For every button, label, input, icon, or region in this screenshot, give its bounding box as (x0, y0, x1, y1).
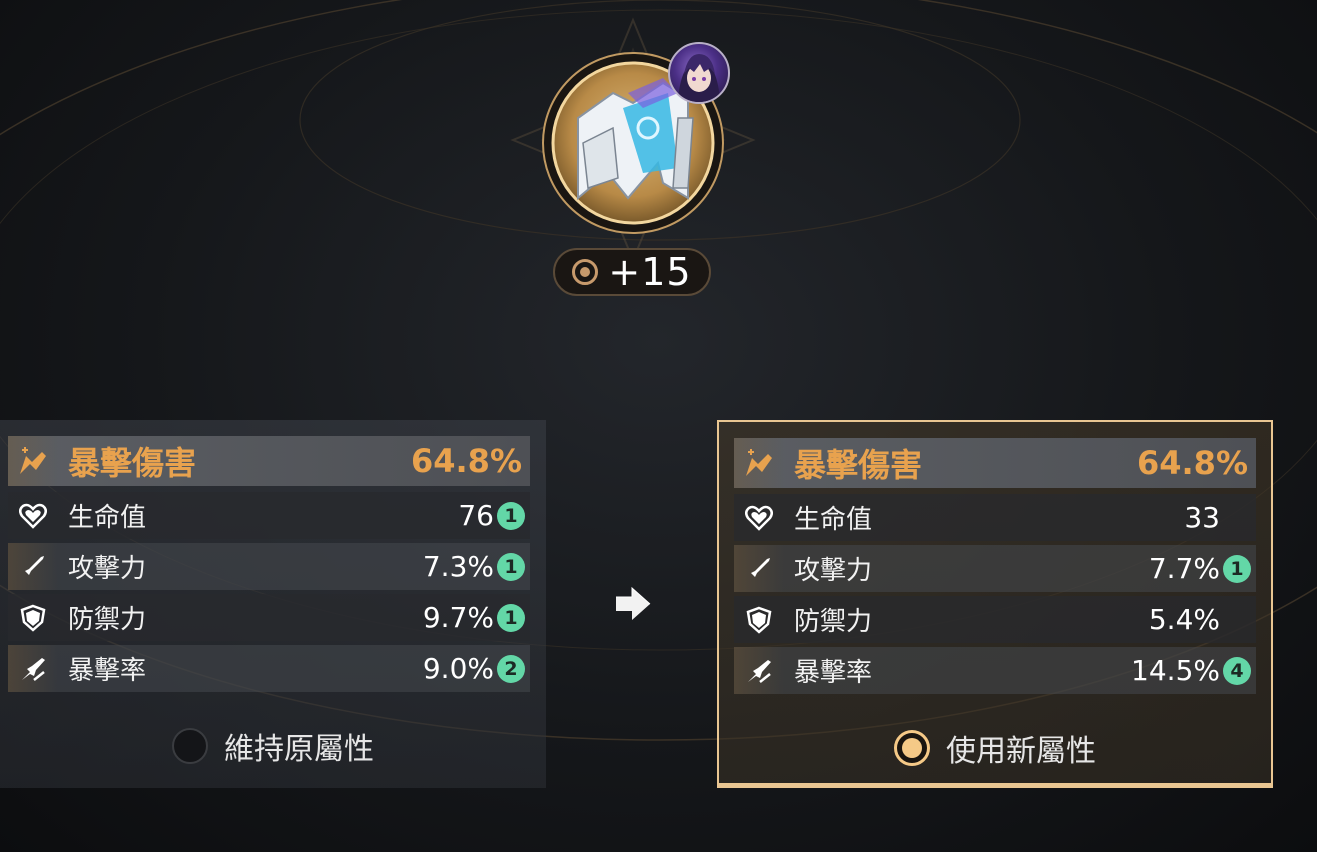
roll-count-badge: 1 (497, 552, 525, 581)
roll-count-badge: 1 (1223, 554, 1251, 583)
use-new-option[interactable]: 使用新屬性 (719, 726, 1271, 770)
roll-count-badge (1223, 606, 1251, 634)
substat-row: 攻擊力 7.3% 1 (8, 543, 530, 590)
substat-row: 防禦力 5.4% (734, 596, 1256, 643)
heart-icon (8, 492, 58, 539)
substat-value: 5.4% (1148, 603, 1220, 636)
roll-count-badge (1223, 504, 1251, 532)
substat-name: 攻擊力 (794, 556, 873, 586)
level-coin-icon (572, 259, 599, 285)
substat-name: 暴擊率 (794, 658, 873, 688)
relic-level: +15 (608, 250, 692, 294)
shield-icon (734, 596, 784, 643)
substat-name: 防禦力 (794, 607, 873, 637)
roll-count-badge: 1 (497, 501, 525, 530)
crit-damage-icon (8, 436, 58, 486)
current-stats-panel[interactable]: 暴擊傷害 64.8% 生命值 76 1 攻擊力 7.3% 1 防禦力 9.7% … (0, 420, 546, 788)
main-stat-row: 暴擊傷害 64.8% (8, 436, 530, 486)
relic-level-badge: +15 (553, 248, 711, 296)
substat-value: 33 (1184, 501, 1220, 534)
substat-row: 生命值 33 (734, 494, 1256, 541)
crit-rate-icon (8, 645, 58, 692)
heart-icon (734, 494, 784, 541)
substat-value: 76 (458, 499, 494, 532)
substat-row: 生命值 76 1 (8, 492, 530, 539)
substat-value: 9.0% (422, 652, 494, 685)
arrow-right-icon (616, 586, 651, 620)
use-new-radio[interactable] (894, 730, 930, 766)
character-avatar (668, 42, 730, 104)
substat-row: 暴擊率 14.5% 4 (734, 647, 1256, 694)
keep-original-label[interactable]: 維持原屬性 (224, 724, 374, 768)
substat-value: 7.7% (1148, 552, 1220, 585)
main-stat-value: 64.8% (410, 442, 522, 480)
substat-name: 生命值 (794, 505, 873, 535)
main-stat-row: 暴擊傷害 64.8% (734, 438, 1256, 488)
roll-count-badge: 2 (497, 654, 525, 683)
crit-damage-icon (734, 438, 784, 488)
substat-value: 14.5% (1131, 654, 1220, 687)
substat-row: 防禦力 9.7% 1 (8, 594, 530, 641)
main-stat-name: 暴擊傷害 (68, 444, 197, 482)
roll-count-badge: 1 (497, 603, 525, 632)
sword-icon (734, 545, 784, 592)
main-stat-name: 暴擊傷害 (794, 446, 923, 484)
substat-name: 攻擊力 (68, 554, 147, 584)
substat-name: 生命值 (68, 503, 147, 533)
substat-name: 暴擊率 (68, 656, 147, 686)
roll-count-badge: 4 (1223, 656, 1251, 685)
new-stats-panel[interactable]: 暴擊傷害 64.8% 生命值 33 攻擊力 7.7% 1 防禦力 5.4% 暴擊… (717, 420, 1273, 788)
keep-original-option[interactable]: 維持原屬性 (0, 724, 546, 768)
crit-rate-icon (734, 647, 784, 694)
use-new-label[interactable]: 使用新屬性 (946, 726, 1096, 770)
substat-row: 攻擊力 7.7% 1 (734, 545, 1256, 592)
sword-icon (8, 543, 58, 590)
main-stat-value: 64.8% (1136, 444, 1248, 482)
substat-name: 防禦力 (68, 605, 147, 635)
substat-value: 7.3% (422, 550, 494, 583)
shield-icon (8, 594, 58, 641)
keep-original-radio[interactable] (172, 728, 208, 764)
substat-row: 暴擊率 9.0% 2 (8, 645, 530, 692)
substat-value: 9.7% (422, 601, 494, 634)
